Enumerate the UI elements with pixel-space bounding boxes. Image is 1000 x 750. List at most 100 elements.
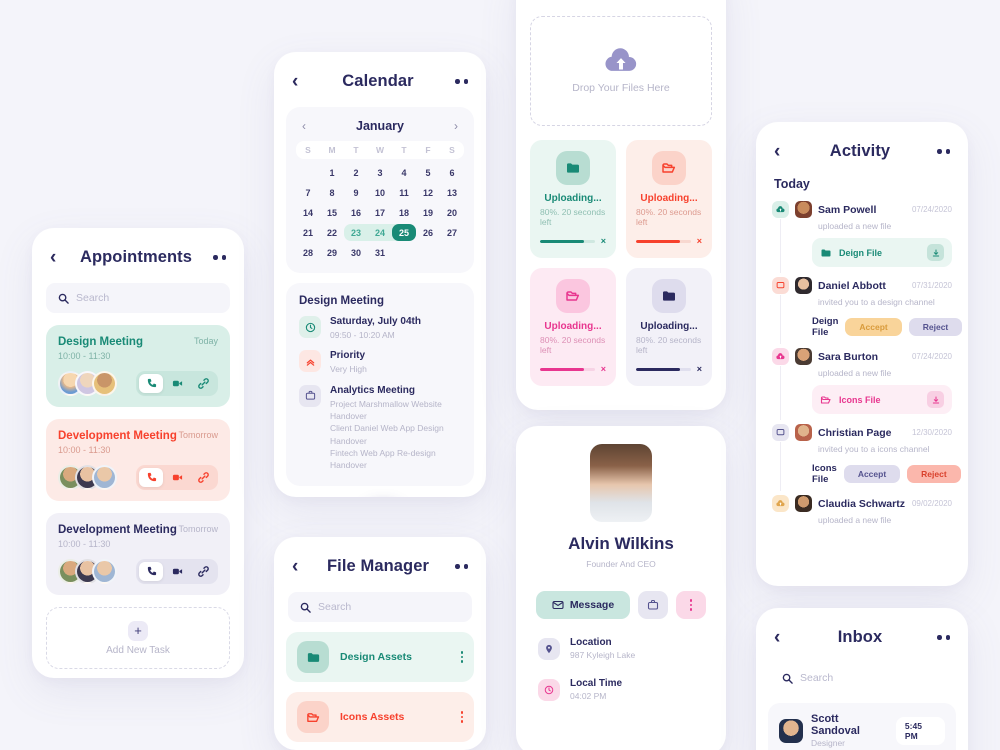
briefcase-icon xyxy=(647,599,659,610)
calendar-day[interactable]: 27 xyxy=(440,224,464,241)
activity-file[interactable]: Deign File xyxy=(812,238,952,267)
back-icon[interactable]: ‹ xyxy=(292,557,310,576)
close-icon[interactable]: × xyxy=(601,364,606,374)
avatar xyxy=(779,718,803,743)
download-icon[interactable] xyxy=(927,244,944,261)
appointment-actions[interactable] xyxy=(136,559,218,584)
calendar-day[interactable]: 24 xyxy=(368,224,392,241)
calendar-day[interactable]: 7 xyxy=(296,184,320,201)
appointment-actions[interactable] xyxy=(136,371,218,396)
calendar-day[interactable]: 8 xyxy=(320,184,344,201)
inbox-message[interactable]: Scott Sandoval Designer 5:45 PM Profiles… xyxy=(768,703,956,750)
file-manager-card: ‹ File Manager Search Design Assets Icon… xyxy=(274,537,486,750)
search-input[interactable]: Search xyxy=(288,592,472,622)
search-input[interactable]: Search xyxy=(46,283,230,313)
calendar-day[interactable]: 21 xyxy=(296,224,320,241)
chevrons-up-icon xyxy=(299,350,321,373)
message-button[interactable]: Message xyxy=(536,591,630,619)
calendar-day[interactable]: 22 xyxy=(320,224,344,241)
appointment-actions[interactable] xyxy=(136,465,218,490)
more-button[interactable] xyxy=(676,591,706,619)
day-grid[interactable]: 1 2 3 4 5 6 7 8 9 10 11 12 13 14 15 16 17 18 19 20 21 22 23 24 2… xyxy=(296,164,464,261)
pin-icon xyxy=(538,637,560,660)
file-row[interactable]: Icons Assets xyxy=(286,692,474,742)
progress-fill xyxy=(636,367,680,371)
calendar-day[interactable]: 1 xyxy=(320,164,344,181)
dropzone[interactable]: Drop Your Files Here xyxy=(530,16,712,126)
search-input[interactable]: Search xyxy=(770,663,954,693)
calendar-day[interactable]: 10 xyxy=(368,184,392,201)
calendar-day[interactable]: 4 xyxy=(392,164,416,181)
calendar-day[interactable]: 11 xyxy=(392,184,416,201)
video-icon[interactable] xyxy=(165,468,189,487)
more-dots-icon[interactable] xyxy=(928,635,950,640)
back-icon[interactable]: ‹ xyxy=(50,248,68,267)
calendar-day[interactable]: 14 xyxy=(296,204,320,221)
reject-button[interactable]: Reject xyxy=(907,465,961,483)
download-icon[interactable] xyxy=(927,391,944,408)
progress-fill xyxy=(540,367,584,371)
calendar-day[interactable]: 29 xyxy=(320,244,344,261)
chat-icon xyxy=(772,277,789,294)
appointment-item[interactable]: Development Meeting Tomorrow 10:00 - 11:… xyxy=(46,513,230,595)
avatar-group xyxy=(58,465,117,490)
calendar-day[interactable]: 17 xyxy=(368,204,392,221)
calendar-day[interactable]: 26 xyxy=(416,224,440,241)
more-dots-icon[interactable] xyxy=(446,564,468,569)
calendar-day[interactable]: 30 xyxy=(344,244,368,261)
file-row[interactable]: Design Assets xyxy=(286,632,474,682)
next-month-icon[interactable]: › xyxy=(454,119,458,133)
calendar-day[interactable]: 19 xyxy=(416,204,440,221)
calendar-day[interactable]: 28 xyxy=(296,244,320,261)
video-icon[interactable] xyxy=(165,374,189,393)
add-task-button[interactable]: + Add New Task xyxy=(46,607,230,669)
more-dots-icon[interactable] xyxy=(928,149,950,154)
back-icon[interactable]: ‹ xyxy=(774,628,792,647)
appointment-item[interactable]: Design Meeting Today 10:00 - 11:30 xyxy=(46,325,230,407)
calendar-day[interactable]: 15 xyxy=(320,204,344,221)
accept-button[interactable]: Accept xyxy=(843,465,901,483)
file-name: Deign File xyxy=(839,247,883,258)
activity-file[interactable]: Icons File xyxy=(812,385,952,414)
more-dots-icon[interactable] xyxy=(446,79,468,84)
add-task-label: Add New Task xyxy=(106,644,170,656)
accept-button[interactable]: Accept xyxy=(845,318,902,336)
calendar-day[interactable]: 6 xyxy=(440,164,464,181)
phone-icon[interactable] xyxy=(139,468,163,487)
link-icon[interactable] xyxy=(191,468,215,487)
more-dots-icon[interactable] xyxy=(204,255,226,260)
progress-track xyxy=(540,239,595,243)
phone-icon[interactable] xyxy=(139,562,163,581)
calendar-day[interactable]: 20 xyxy=(440,204,464,221)
calendar-day[interactable]: 23 xyxy=(344,224,368,241)
appointment-name: Development Meeting xyxy=(58,430,177,442)
progress-track xyxy=(636,367,691,371)
link-icon[interactable] xyxy=(191,374,215,393)
detail-row: Priority Very High xyxy=(299,350,461,375)
calendar-day[interactable]: 25 xyxy=(392,224,416,241)
calendar-day[interactable]: 18 xyxy=(392,204,416,221)
reject-button[interactable]: Reject xyxy=(908,318,963,336)
briefcase-button[interactable] xyxy=(638,591,668,619)
calendar-day[interactable]: 13 xyxy=(440,184,464,201)
calendar-day[interactable]: 5 xyxy=(416,164,440,181)
close-icon[interactable]: × xyxy=(697,364,702,374)
calendar-day[interactable]: 12 xyxy=(416,184,440,201)
phone-icon[interactable] xyxy=(139,374,163,393)
folder-icon xyxy=(556,151,590,185)
more-vertical-icon[interactable] xyxy=(460,651,463,663)
calendar-day[interactable]: 31 xyxy=(368,244,392,261)
close-icon[interactable]: × xyxy=(601,236,606,246)
video-icon[interactable] xyxy=(165,562,189,581)
back-icon[interactable]: ‹ xyxy=(292,72,310,91)
back-icon[interactable]: ‹ xyxy=(774,142,792,161)
calendar-day[interactable]: 2 xyxy=(344,164,368,181)
calendar-day[interactable]: 16 xyxy=(344,204,368,221)
more-vertical-icon[interactable] xyxy=(460,711,463,723)
close-icon[interactable]: × xyxy=(697,236,702,246)
appointment-item[interactable]: Development Meeting Tomorrow 10:00 - 11:… xyxy=(46,419,230,501)
calendar-day[interactable]: 9 xyxy=(344,184,368,201)
calendar-day[interactable]: 3 xyxy=(368,164,392,181)
avatar xyxy=(92,559,117,584)
link-icon[interactable] xyxy=(191,562,215,581)
